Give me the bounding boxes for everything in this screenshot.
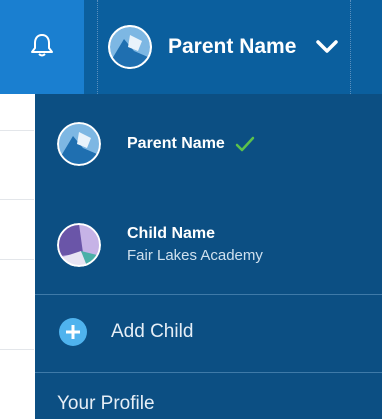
background-divider bbox=[0, 130, 34, 131]
parent-avatar bbox=[108, 25, 152, 69]
your-profile-link[interactable]: Your Profile bbox=[35, 388, 382, 419]
your-profile-label: Your Profile bbox=[57, 392, 155, 414]
bell-icon bbox=[27, 30, 57, 65]
check-icon bbox=[235, 136, 255, 152]
account-dropdown-menu: Parent Name Child Name Fair Lakes Academ… bbox=[35, 94, 382, 419]
menu-item-parent[interactable]: Parent Name bbox=[35, 114, 382, 174]
background-divider bbox=[0, 199, 34, 200]
chevron-down-icon bbox=[316, 40, 339, 54]
plus-circle-icon bbox=[59, 318, 87, 346]
child-avatar bbox=[57, 223, 101, 267]
background-divider bbox=[0, 349, 34, 350]
child-name-label: Child Name bbox=[127, 225, 216, 242]
menu-divider bbox=[35, 372, 382, 373]
parent-name-label: Parent Name bbox=[127, 135, 225, 152]
background-divider bbox=[0, 259, 34, 260]
menu-divider bbox=[35, 294, 382, 295]
child-school-label: Fair Lakes Academy bbox=[127, 247, 263, 264]
parent-avatar bbox=[57, 122, 101, 166]
top-header: Parent Name bbox=[0, 0, 382, 94]
add-child-label: Add Child bbox=[111, 321, 194, 342]
menu-item-child[interactable]: Child Name Fair Lakes Academy bbox=[35, 212, 382, 278]
account-switcher-button[interactable]: Parent Name bbox=[97, 0, 351, 94]
add-child-button[interactable]: Add Child bbox=[35, 310, 382, 354]
notifications-button[interactable] bbox=[0, 0, 84, 94]
account-name: Parent Name bbox=[168, 35, 297, 58]
